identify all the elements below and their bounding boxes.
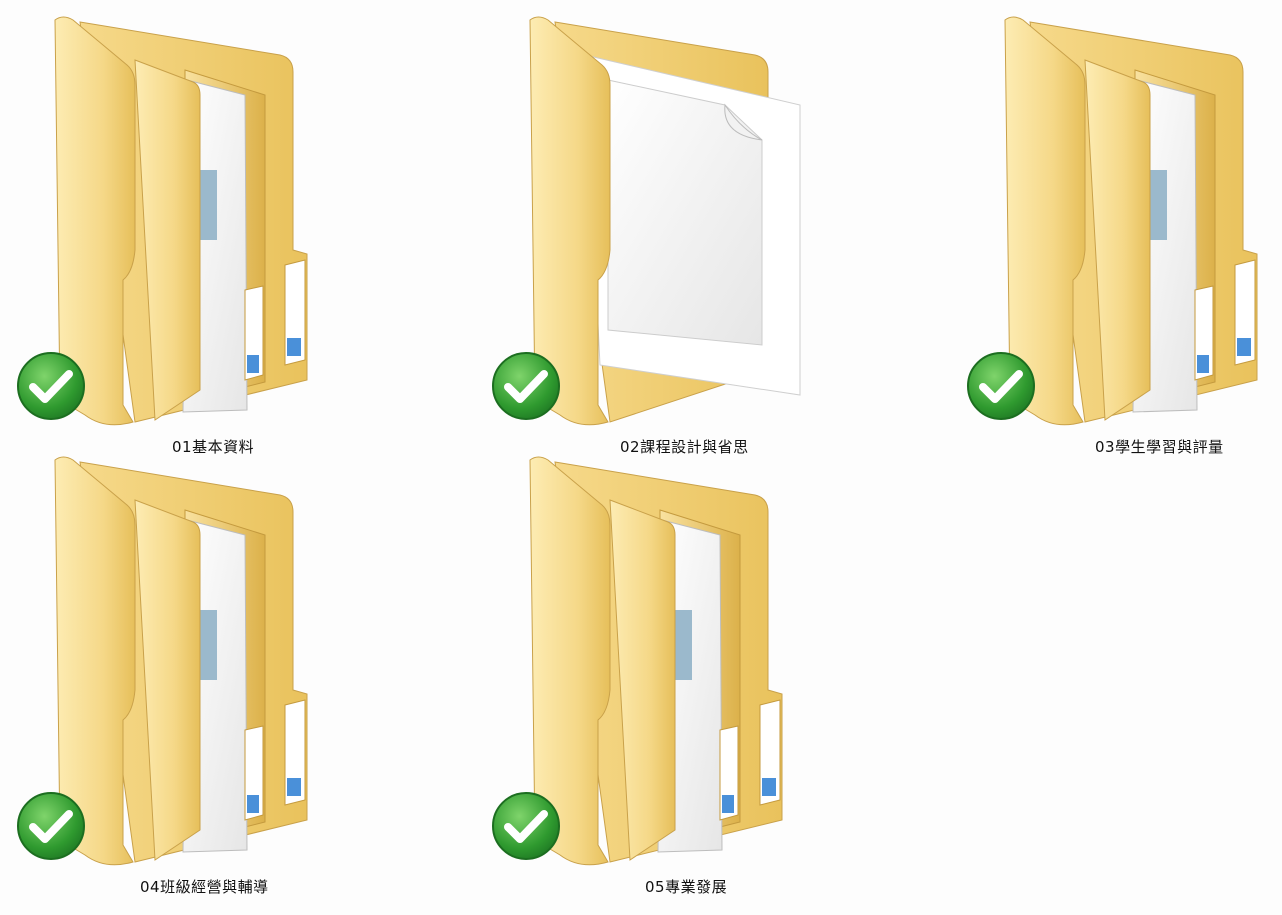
green-check-icon [967,352,1035,420]
green-check-icon [492,792,560,860]
folder-label[interactable]: 03學生學習與評量 [1095,436,1224,457]
folder-label[interactable]: 05專業發展 [645,876,727,897]
folder-label[interactable]: 04班級經營與輔導 [140,876,269,897]
green-check-icon [17,352,85,420]
folder-item[interactable]: 04班級經營與輔導 [15,450,335,896]
folder-item[interactable]: 03學生學習與評量 [965,10,1282,456]
green-check-icon [17,792,85,860]
file-explorer-view: 01基本資料 02課程設計與省思 03學生學習與評量 04班級經營與輔導 05專… [0,0,1282,915]
folder-item[interactable]: 05專業發展 [490,450,810,896]
folder-item[interactable]: 02課程設計與省思 [490,10,810,456]
green-check-icon [492,352,560,420]
folder-item[interactable]: 01基本資料 [15,10,335,456]
